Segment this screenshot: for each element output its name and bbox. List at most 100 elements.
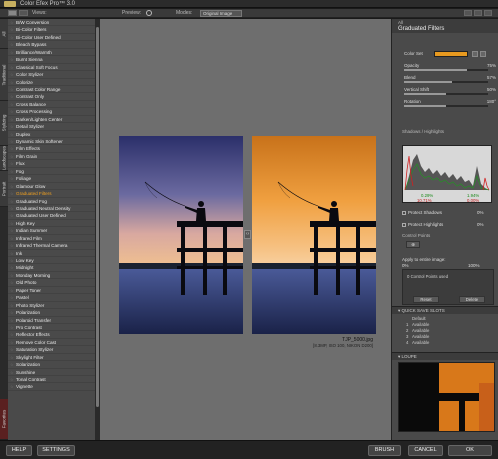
favorite-star-icon[interactable]: ☆: [10, 346, 14, 353]
split-divider-handle[interactable]: ‹›: [244, 230, 251, 239]
favorite-star-icon[interactable]: ☆: [10, 123, 14, 130]
favorite-star-icon[interactable]: ☆: [10, 376, 14, 383]
blend-control[interactable]: Blend 57%: [398, 75, 496, 85]
help-button[interactable]: HELP: [6, 445, 32, 456]
favorite-star-icon[interactable]: ☆: [10, 235, 14, 242]
favorite-star-icon[interactable]: ☆: [10, 242, 14, 249]
slot-4[interactable]: 4 Available: [406, 340, 429, 345]
protect-highlights-checkbox[interactable]: [402, 222, 406, 227]
filter-list-item[interactable]: ☆ Burnt Sienna: [8, 56, 95, 64]
eyedropper-icon[interactable]: [472, 51, 478, 57]
favorite-star-icon[interactable]: ☆: [10, 108, 14, 115]
favorite-star-icon[interactable]: ☆: [10, 49, 14, 56]
favorite-star-icon[interactable]: ☆: [10, 34, 14, 41]
filter-list-item[interactable]: ☆ Contrast Color Range: [8, 86, 95, 94]
filter-list-item[interactable]: ☆ Graduated User Defined: [8, 212, 95, 220]
filter-list-item[interactable]: ☆ Infrared Thermal Camera: [8, 242, 95, 250]
favorite-star-icon[interactable]: ☆: [10, 116, 14, 123]
favorite-star-icon[interactable]: ☆: [10, 101, 14, 108]
filter-list-item[interactable]: ☆ Classical Soft Focus: [8, 64, 95, 72]
favorite-star-icon[interactable]: ☆: [10, 354, 14, 361]
favorite-star-icon[interactable]: ☆: [10, 175, 14, 182]
favorite-star-icon[interactable]: ☆: [10, 383, 14, 390]
favorite-star-icon[interactable]: ☆: [10, 294, 14, 301]
cancel-button[interactable]: CANCEL: [408, 445, 443, 456]
filter-list-item[interactable]: ☆ Bi-Color User Defined: [8, 34, 95, 42]
favorite-star-icon[interactable]: ☆: [10, 190, 14, 197]
favorite-star-icon[interactable]: ☆: [10, 272, 14, 279]
favorite-star-icon[interactable]: ☆: [10, 183, 14, 190]
favorite-star-icon[interactable]: ☆: [10, 19, 14, 26]
tab-all[interactable]: All: [0, 19, 8, 49]
favorite-star-icon[interactable]: ☆: [10, 317, 14, 324]
tab-portrait[interactable]: Portrait: [0, 171, 8, 207]
filter-list-item[interactable]: ☆ Fog: [8, 168, 95, 176]
favorite-star-icon[interactable]: ☆: [10, 324, 14, 331]
settings-button[interactable]: SETTINGS: [37, 445, 75, 456]
filter-list-item[interactable]: ☆ Photo Stylizer: [8, 302, 95, 310]
filter-list-item[interactable]: ☆ Low Key: [8, 257, 95, 265]
add-control-point-button[interactable]: ⊕: [406, 241, 420, 248]
favorite-star-icon[interactable]: ☆: [10, 86, 14, 93]
brush-button[interactable]: BRUSH: [368, 445, 401, 456]
filter-list-item[interactable]: ☆ Bleach Bypass: [8, 41, 95, 49]
filter-list-item[interactable]: ☆ Vignette: [8, 383, 95, 391]
reset-button[interactable]: Reset: [413, 296, 439, 303]
split-view-icon[interactable]: [19, 10, 28, 16]
preview-canvas[interactable]: ‹› TJP_5000.jpg [8.3MP, ISO 100, NIKON D…: [100, 19, 391, 440]
mode-select[interactable]: Original Image: [200, 10, 242, 17]
favorite-star-icon[interactable]: ☆: [10, 79, 14, 86]
tab-landscapes[interactable]: Landscapes: [0, 146, 8, 171]
filter-list-item[interactable]: ☆ Infrared Film: [8, 235, 95, 243]
single-view-icon[interactable]: [8, 10, 17, 16]
filter-list-item[interactable]: ☆ Flux: [8, 160, 95, 168]
ok-button[interactable]: OK: [448, 445, 492, 456]
favorite-star-icon[interactable]: ☆: [10, 160, 14, 167]
favorite-star-icon[interactable]: ☆: [10, 205, 14, 212]
color-picker-icon[interactable]: [480, 51, 486, 57]
favorite-star-icon[interactable]: ☆: [10, 138, 14, 145]
favorite-star-icon[interactable]: ☆: [10, 302, 14, 309]
favorite-star-icon[interactable]: ☆: [10, 309, 14, 316]
filter-list-item[interactable]: ☆ Colorize: [8, 79, 95, 86]
filter-list-item[interactable]: ☆ Cross Processing: [8, 108, 95, 116]
filter-list-item[interactable]: ☆ B/W Conversion: [8, 19, 95, 27]
filter-list-item[interactable]: ☆ Duplex: [8, 131, 95, 138]
filter-list-item[interactable]: ☆ Polarization: [8, 309, 95, 317]
loupe-header[interactable]: ▾ LOUPE: [392, 352, 498, 360]
slot-default[interactable]: Default: [406, 316, 426, 321]
filter-list-item[interactable]: ☆ High Key: [8, 220, 95, 228]
vertical-shift-control[interactable]: Vertical Shift 50%: [398, 87, 496, 97]
favorite-star-icon[interactable]: ☆: [10, 250, 14, 257]
favorite-star-icon[interactable]: ☆: [10, 56, 14, 63]
filter-list-item[interactable]: ☆ Pro Contrast: [8, 324, 95, 332]
filter-list-item[interactable]: ☆ Skylight Filter: [8, 354, 95, 362]
filter-list-item[interactable]: ☆ Graduated Fog: [8, 198, 95, 205]
filter-list-item[interactable]: ☆ Remove Color Cast: [8, 339, 95, 347]
color-set-swatch[interactable]: [434, 51, 468, 57]
filter-list-item[interactable]: ☆ Contrast Only: [8, 93, 95, 101]
background-color-icon[interactable]: [484, 10, 492, 16]
filter-list-item[interactable]: ☆ Sunshine: [8, 369, 95, 376]
filter-list-item[interactable]: ☆ Polaroid Transfer: [8, 317, 95, 324]
favorite-star-icon[interactable]: ☆: [10, 264, 14, 271]
delete-button[interactable]: Delete: [459, 296, 485, 303]
filter-list-item[interactable]: ☆ Graduated Neutral Density: [8, 205, 95, 213]
filter-list-item[interactable]: ☆ Film Effects: [8, 145, 95, 153]
filter-list-item[interactable]: ☆ Old Photo: [8, 279, 95, 287]
favorite-star-icon[interactable]: ☆: [10, 64, 14, 71]
favorite-star-icon[interactable]: ☆: [10, 287, 14, 294]
slot-3[interactable]: 3 Available: [406, 334, 429, 339]
favorite-star-icon[interactable]: ☆: [10, 93, 14, 100]
zoom-tool-icon[interactable]: [474, 10, 482, 16]
filter-list-item[interactable]: ☆ Saturation Stylizer: [8, 346, 95, 354]
filter-list-item[interactable]: ☆ Foliage: [8, 175, 95, 183]
filter-list-item[interactable]: ☆ Ink: [8, 250, 95, 257]
vertical-shift-slider[interactable]: [404, 93, 488, 95]
favorite-star-icon[interactable]: ☆: [10, 153, 14, 160]
favorite-star-icon[interactable]: ☆: [10, 212, 14, 219]
preview-toggle-icon[interactable]: [146, 10, 152, 16]
opacity-slider[interactable]: [404, 69, 488, 71]
protect-shadows-checkbox[interactable]: [402, 210, 406, 215]
filter-list-item[interactable]: ☆ Indian Summer: [8, 227, 95, 235]
